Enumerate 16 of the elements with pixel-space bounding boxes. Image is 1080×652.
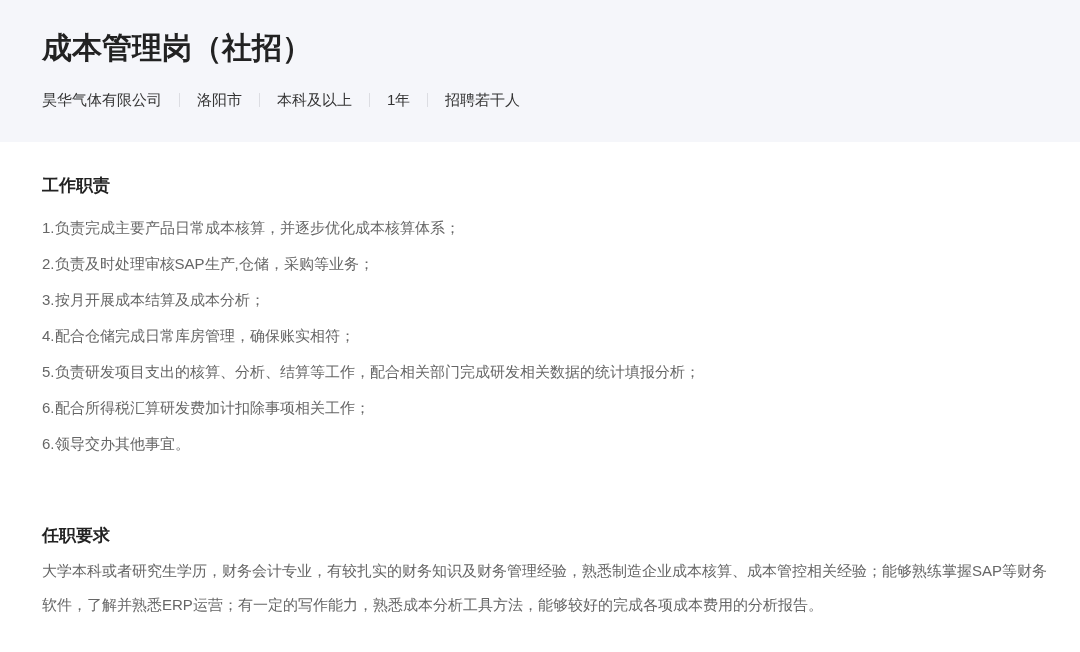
section-heading: 工作职责	[42, 175, 111, 197]
duty-item: 3.按月开展成本结算及成本分析；	[42, 290, 266, 310]
duty-item: 2.负责及时处理审核SAP生产,仓储，采购等业务；	[42, 254, 375, 274]
requirements-text: 大学本科或者研究生学历，财务会计专业，有较扎实的财务知识及财务管理经验，熟悉制造企业成本核算、成本管控相关经验；能够熟练掌握SAP等财务软件，了解并熟悉ERP运营；有一定的写作能力，熟悉成本分析工具方法，能够较好的完成各项成本费用的分析报告。	[42, 561, 1048, 615]
duty-item: 6.领导交办其他事宜。	[42, 434, 191, 454]
job-meta-text: 本科及以上	[277, 90, 352, 110]
job-meta-text: 洛阳市	[197, 90, 242, 110]
duty-item: 1.负责完成主要产品日常成本核算，并逐步优化成本核算体系；	[42, 218, 461, 238]
job-meta-text: 1年	[387, 90, 411, 110]
duty-item: 5.负责研发项目支出的核算、分析、结算等工作，配合相关部门完成研发相关数据的统计填报分析；	[42, 362, 701, 382]
job-title: 成本管理岗（社招）	[42, 30, 313, 66]
job-meta-text: 昊华气体有限公司	[42, 90, 162, 110]
duty-item: 6.配合所得税汇算研发费加计扣除事项相关工作；	[42, 398, 371, 418]
section-heading: 任职要求	[42, 525, 111, 547]
duty-item: 4.配合仓储完成日常库房管理，确保账实相符；	[42, 326, 356, 346]
job-meta-text: 招聘若干人	[445, 90, 521, 110]
